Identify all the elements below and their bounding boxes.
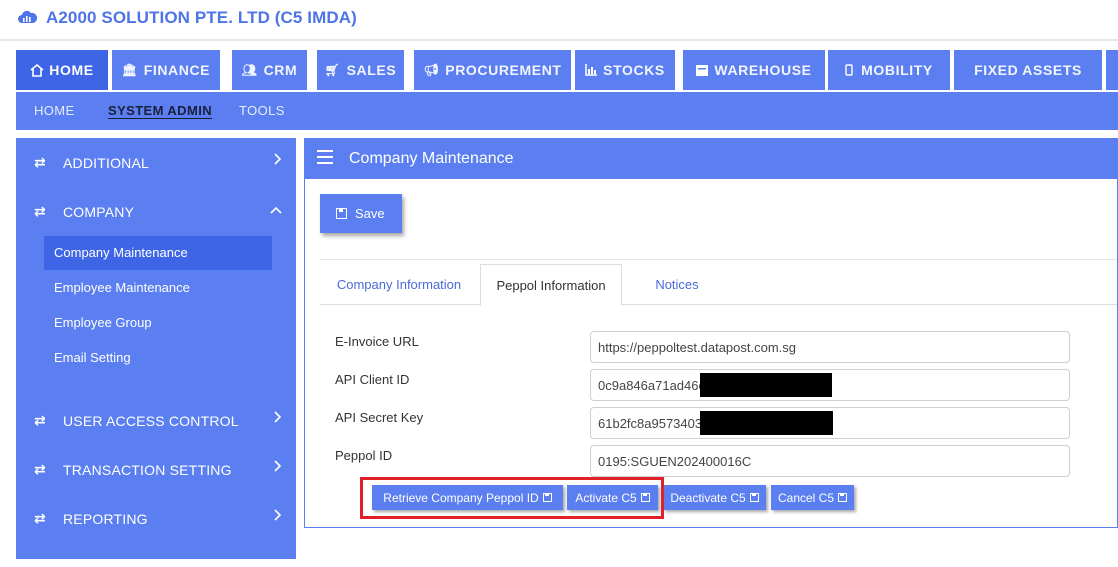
brand-title: A2000 SOLUTION PTE. LTD (C5 IMDA) [46,8,357,27]
module-tab-label: FIXED ASSETS [974,62,1082,78]
chevron-right-icon [274,410,282,426]
chevron-right-icon [274,508,282,524]
sidebar-section-user-access-control[interactable]: ⇄ USER ACCESS CONTROL [16,397,296,445]
save-button-label: Save [355,206,385,221]
bank-icon: 🏛︎ [121,63,138,77]
peppol-id-input[interactable] [590,445,1070,477]
hamburger-menu-icon[interactable] [317,150,333,164]
sidebar-item-employee-group[interactable]: Employee Group [44,306,272,340]
module-tab-label: SALES [346,62,397,78]
swap-icon: ⇄ [34,412,46,428]
cart-icon: 🛒︎ [324,63,341,77]
einvoice-url-input[interactable] [590,331,1070,363]
building-icon [696,64,709,76]
sidebar-section-company[interactable]: ⇄ COMPANY [16,188,296,236]
megaphone-icon: 📢︎ [423,63,440,77]
users-icon: 👥︎ [241,63,258,77]
sub-nav: HOME SYSTEM ADMIN TOOLS [16,92,1118,130]
content-panel: Company Maintenance Save Company Informa… [304,138,1118,528]
cancel-c5-button[interactable]: Cancel C5 [771,485,854,510]
swap-icon: ⇄ [34,203,46,219]
page-title: Company Maintenance [349,150,514,167]
floppy-disk-icon [336,208,347,219]
module-tab-label: CRM [263,62,298,78]
sidebar-section-label: ADDITIONAL [63,155,150,171]
cloud-chart-icon [18,10,37,23]
subnav-home[interactable]: HOME [34,103,75,118]
chevron-up-icon [270,201,282,217]
sidebar: ⇄ ADDITIONAL ⇄ COMPANY Company Maintenan… [16,138,296,559]
module-tab-finance[interactable]: 🏛︎ FINANCE [112,50,220,90]
tab-notices[interactable]: Notices [622,264,732,305]
module-tab-procurement[interactable]: 📢︎ PROCUREMENT [414,50,571,90]
sidebar-section-reporting[interactable]: ⇄ REPORTING [16,495,296,543]
sidebar-item-employee-maintenance[interactable]: Employee Maintenance [44,271,272,305]
module-tab-label: WAREHOUSE [714,62,812,78]
module-tab-home[interactable]: HOME [16,50,108,90]
action-button-label: Cancel C5 [777,490,835,505]
chevron-right-icon [274,459,282,475]
action-button-label: Deactivate C5 [670,490,746,505]
module-tab-stocks[interactable]: STOCKS [575,50,675,90]
save-button[interactable]: Save [320,194,402,233]
bar-chart-icon [585,64,598,76]
sidebar-section-label: TRANSACTION SETTING [63,462,232,478]
module-tab-warehouse[interactable]: WAREHOUSE [683,50,825,90]
swap-icon: ⇄ [34,510,46,526]
sidebar-section-label: COMPANY [63,204,135,220]
sidebar-item-company-maintenance[interactable]: Company Maintenance [44,236,272,270]
module-tab-sales[interactable]: 🛒︎ SALES [317,50,404,90]
floppy-disk-icon [749,493,759,502]
swap-icon: ⇄ [34,154,46,170]
module-tab-label: HOME [49,62,94,78]
module-tab-overflow[interactable] [1106,50,1118,90]
header-divider [0,39,1118,41]
field-label-api-client-id: API Client ID [335,372,410,387]
module-nav: HOME 🏛︎ FINANCE 👥︎ CRM 🛒︎ SALES 📢︎ PROCU… [16,50,1118,90]
tab-company-information[interactable]: Company Information [320,264,478,305]
sidebar-section-transaction-setting[interactable]: ⇄ TRANSACTION SETTING [16,446,296,494]
subnav-system-admin[interactable]: SYSTEM ADMIN [108,103,212,118]
sidebar-section-additional[interactable]: ⇄ ADDITIONAL [16,139,296,187]
divider [320,259,1117,260]
tab-bar: Company Information Peppol Information N… [320,264,1117,306]
redaction-block [700,411,833,435]
floppy-disk-icon [838,493,848,502]
module-tab-label: STOCKS [603,62,665,78]
panel-header: Company Maintenance [305,139,1117,179]
tab-peppol-information[interactable]: Peppol Information [480,264,622,306]
highlight-annotation-box [360,477,664,519]
module-tab-label: FINANCE [143,62,211,78]
swap-icon: ⇄ [34,461,46,477]
deactivate-c5-button[interactable]: Deactivate C5 [663,485,766,510]
module-tab-fixed-assets[interactable]: FIXED ASSETS [954,50,1102,90]
mobile-icon [845,64,853,76]
sidebar-section-label: USER ACCESS CONTROL [63,413,239,429]
sidebar-item-email-setting[interactable]: Email Setting [44,341,272,375]
redaction-block [700,373,832,397]
chevron-right-icon [274,152,282,168]
home-icon [30,63,44,77]
sidebar-section-label: REPORTING [63,511,148,527]
module-tab-label: MOBILITY [861,62,933,78]
module-tab-label: PROCUREMENT [445,62,562,78]
field-label-einvoice-url: E-Invoice URL [335,334,419,349]
field-label-api-secret-key: API Secret Key [335,410,424,425]
app-header: A2000 SOLUTION PTE. LTD (C5 IMDA) [0,0,1118,40]
module-tab-mobility[interactable]: MOBILITY [828,50,950,90]
subnav-tools[interactable]: TOOLS [239,103,285,118]
module-tab-crm[interactable]: 👥︎ CRM [232,50,307,90]
field-label-peppol-id: Peppol ID [335,448,393,463]
